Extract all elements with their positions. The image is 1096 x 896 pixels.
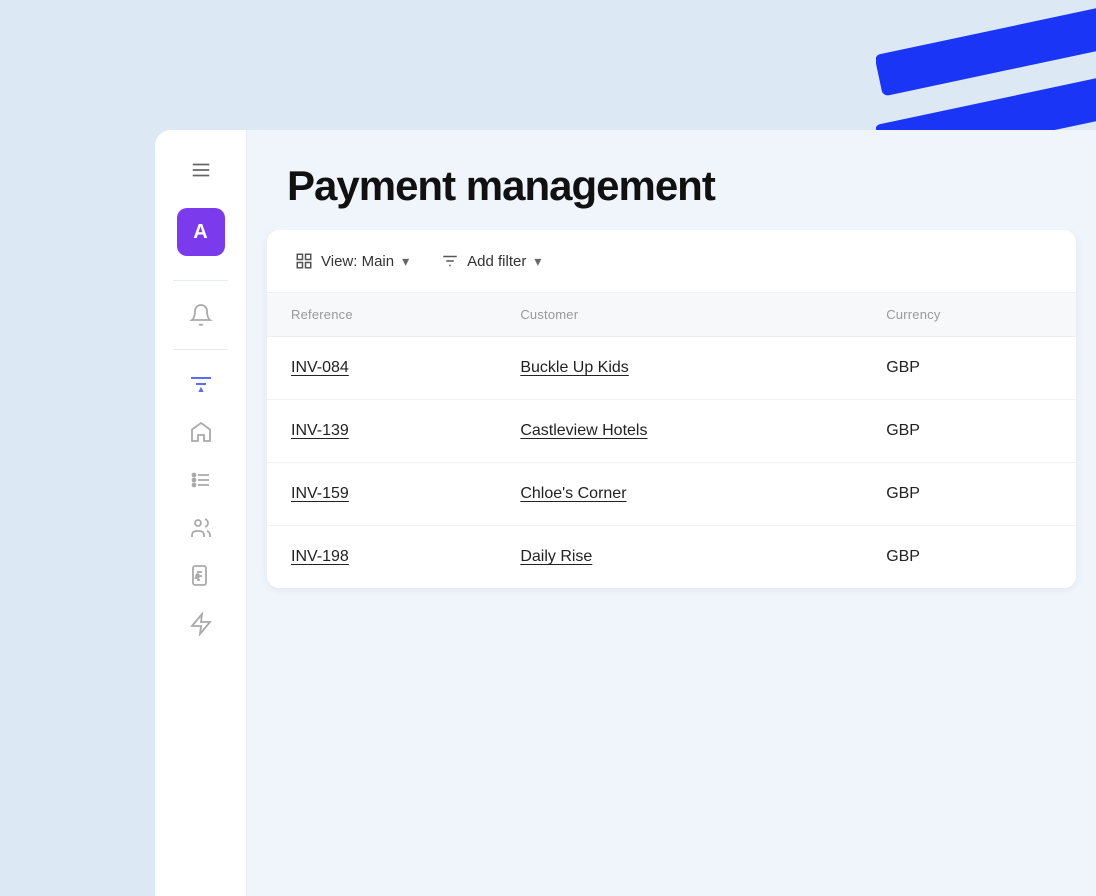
- sidebar-item-bolt[interactable]: [181, 604, 221, 644]
- table-row: INV-198Daily RiseGBP: [267, 526, 1076, 589]
- sidebar-divider-1: [173, 280, 228, 281]
- table-icon: [295, 252, 313, 270]
- sidebar-item-tasks[interactable]: [181, 460, 221, 500]
- svg-text:£: £: [196, 574, 199, 580]
- table-row: INV-139Castleview HotelsGBP: [267, 400, 1076, 463]
- table-row: INV-159Chloe's CornerGBP: [267, 463, 1076, 526]
- col-currency: Currency: [862, 293, 1076, 337]
- sidebar-item-users[interactable]: [181, 508, 221, 548]
- cell-customer[interactable]: Castleview Hotels: [496, 400, 862, 463]
- col-reference: Reference: [267, 293, 496, 337]
- sidebar-item-invoices[interactable]: £: [181, 556, 221, 596]
- view-label: View: Main: [321, 253, 394, 270]
- cell-reference[interactable]: INV-159: [267, 463, 496, 526]
- cell-reference[interactable]: INV-198: [267, 526, 496, 589]
- filter-selector[interactable]: Add filter ▾: [437, 246, 545, 276]
- sidebar: A: [155, 130, 247, 896]
- view-selector[interactable]: View: Main ▾: [291, 246, 413, 276]
- filter-chevron: ▾: [534, 253, 541, 270]
- main-content: Payment management View: Main ▾: [247, 130, 1096, 896]
- sidebar-item-notifications[interactable]: [181, 295, 221, 335]
- filter-icon: [441, 252, 459, 270]
- col-customer: Customer: [496, 293, 862, 337]
- page-header: Payment management: [247, 130, 1096, 230]
- sidebar-item-home[interactable]: [181, 412, 221, 452]
- app-container: A: [155, 130, 1096, 896]
- table-container: View: Main ▾ Add filter ▾: [267, 230, 1076, 588]
- view-chevron: ▾: [402, 253, 409, 270]
- avatar[interactable]: A: [177, 208, 225, 256]
- cell-currency: GBP: [862, 526, 1076, 589]
- cell-reference[interactable]: INV-139: [267, 400, 496, 463]
- table-row: INV-084Buckle Up KidsGBP: [267, 337, 1076, 400]
- stripe-1: [876, 6, 1096, 97]
- cell-currency: GBP: [862, 463, 1076, 526]
- page-title: Payment management: [287, 162, 1056, 210]
- table-header-row: Reference Customer Currency: [267, 293, 1076, 337]
- cell-customer[interactable]: Chloe's Corner: [496, 463, 862, 526]
- content-area: View: Main ▾ Add filter ▾: [247, 230, 1096, 896]
- payments-table: Reference Customer Currency INV-084Buckl…: [267, 293, 1076, 588]
- sidebar-menu-icon[interactable]: [181, 150, 221, 190]
- table-toolbar: View: Main ▾ Add filter ▾: [267, 230, 1076, 293]
- cell-reference[interactable]: INV-084: [267, 337, 496, 400]
- cell-customer[interactable]: Buckle Up Kids: [496, 337, 862, 400]
- cell-currency: GBP: [862, 337, 1076, 400]
- cell-currency: GBP: [862, 400, 1076, 463]
- filter-label: Add filter: [467, 253, 526, 270]
- sidebar-item-filter[interactable]: [181, 364, 221, 404]
- sidebar-divider-2: [173, 349, 228, 350]
- cell-customer[interactable]: Daily Rise: [496, 526, 862, 589]
